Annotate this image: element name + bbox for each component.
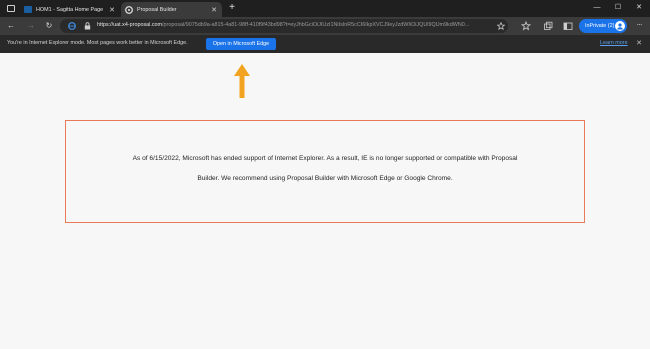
ie-mode-icon[interactable]	[68, 22, 76, 30]
url-text: https://uat.x4-proposal.com/proposal/907…	[97, 22, 487, 28]
learn-more-link[interactable]: Learn more	[600, 40, 628, 46]
arrow-up-icon	[234, 64, 250, 98]
tab-proposal-builder[interactable]: Proposal Builder ✕	[121, 2, 222, 17]
url-path: /proposal/9075db9a-a815-4a81-98ff-410f9f…	[162, 22, 470, 28]
close-icon[interactable]: ✕	[210, 6, 218, 14]
infobar-message: You're in Internet Explorer mode. Most p…	[7, 40, 188, 46]
unsupported-browser-notice: As of 6/15/2022, Microsoft has ended sup…	[65, 120, 585, 223]
tab-actions-button[interactable]	[4, 2, 18, 15]
maximize-icon[interactable]: ☐	[611, 2, 625, 15]
tab-strip: HOM1 - Sagitta Home Page ✕ Proposal Buil…	[0, 0, 650, 17]
tab-title: HOM1 - Sagitta Home Page	[36, 6, 104, 13]
close-icon[interactable]: ✕	[633, 38, 645, 50]
lock-icon[interactable]	[84, 22, 91, 30]
url-host: https://uat.x4-proposal.com	[97, 22, 163, 28]
minimize-icon[interactable]: —	[590, 2, 604, 15]
avatar	[615, 21, 625, 31]
tab-actions-icon	[7, 5, 15, 12]
notice-text-line-2: Builder. We recommend using Proposal Bui…	[197, 175, 453, 182]
close-icon[interactable]: ✕	[108, 6, 116, 14]
close-window-icon[interactable]: ✕	[632, 2, 646, 15]
refresh-icon[interactable]: ↻	[43, 20, 55, 32]
more-icon[interactable]: ···	[633, 20, 645, 32]
tab-sagitta-home[interactable]: HOM1 - Sagitta Home Page ✕	[20, 2, 120, 17]
address-bar[interactable]: https://uat.x4-proposal.com/proposal/907…	[60, 19, 508, 33]
open-in-edge-button[interactable]: Open in Microsoft Edge	[206, 38, 276, 50]
tab-title: Proposal Builder	[137, 6, 177, 13]
new-tab-icon[interactable]: +	[226, 2, 238, 15]
collections-icon[interactable]	[543, 21, 553, 31]
inprivate-profile-button[interactable]: InPrivate (2)	[579, 19, 627, 33]
toolbar: ← → ↻ https://uat.x4-proposal.com/propos…	[0, 17, 650, 35]
browser-essentials-icon[interactable]	[563, 21, 573, 31]
notice-text-line-1: As of 6/15/2022, Microsoft has ended sup…	[132, 155, 518, 162]
ie-mode-infobar: You're in Internet Explorer mode. Most p…	[0, 35, 650, 53]
edge-favicon	[125, 5, 133, 14]
inprivate-label: InPrivate (2)	[585, 23, 615, 29]
back-icon[interactable]: ←	[5, 20, 17, 32]
sagitta-favicon	[24, 6, 32, 13]
forward-icon[interactable]: →	[25, 20, 37, 32]
star-icon[interactable]	[497, 22, 505, 30]
page-content: As of 6/15/2022, Microsoft has ended sup…	[0, 53, 650, 349]
favorites-icon[interactable]	[521, 21, 531, 31]
